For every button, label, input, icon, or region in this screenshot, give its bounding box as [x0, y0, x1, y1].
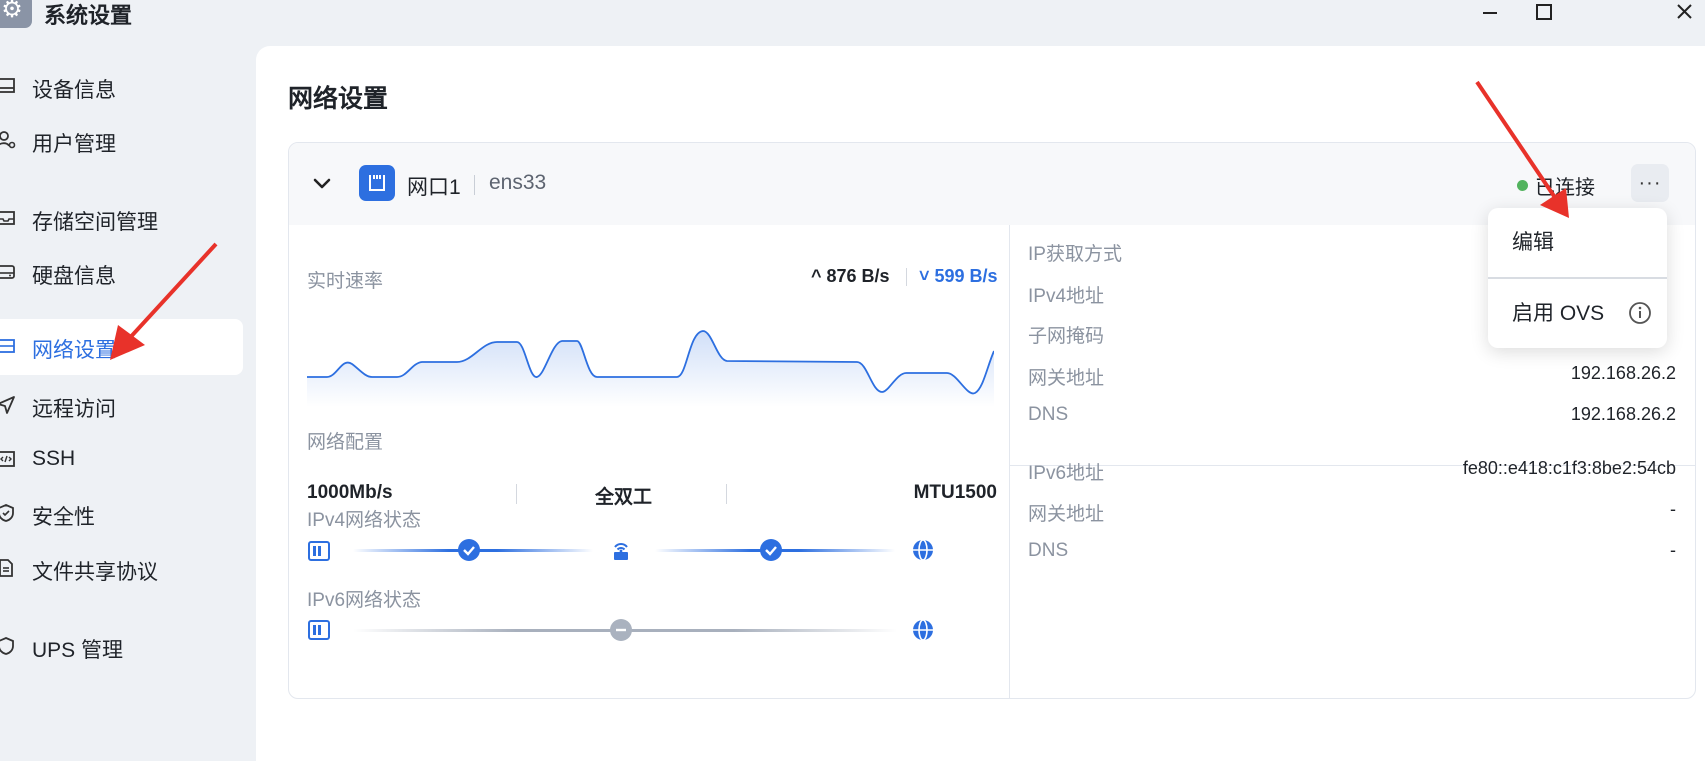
sidebar-item-label: 安全性 [32, 506, 95, 529]
menu-item-enable-ovs[interactable]: 启用 OVS [1488, 281, 1667, 341]
realtime-speed-label: 实时速率 [307, 271, 384, 292]
link-speed: 1000Mb/s [307, 482, 393, 503]
dns-label: DNS [1028, 404, 1069, 425]
gateway-label: 网关地址 [1028, 504, 1105, 525]
menu-item-label: 编辑 [1512, 231, 1554, 254]
sidebar-item-ssh[interactable]: SSH [0, 432, 243, 488]
status-dot-icon [1517, 180, 1528, 191]
sidebar-item-label: UPS 管理 [32, 639, 124, 662]
minimize-button[interactable] [1472, 0, 1508, 26]
user-gear-icon [0, 131, 16, 149]
sidebar-item-label: 存储空间管理 [32, 211, 158, 234]
device-icon [0, 78, 15, 93]
dns-value: - [1670, 540, 1676, 560]
maximize-button[interactable] [1526, 0, 1562, 26]
disk-icon [0, 265, 15, 279]
sidebar-item-storage[interactable]: 存储空间管理 [0, 191, 243, 247]
more-options-button[interactable]: ··· [1631, 164, 1669, 202]
window-title: 系统设置 [44, 3, 133, 28]
gear-icon: ⚙ [0, 0, 32, 28]
dns-label: DNS [1028, 540, 1069, 561]
divider [906, 268, 907, 286]
ipv4-status-label: IPv4网络状态 [307, 510, 422, 531]
check-circle-icon [760, 539, 782, 561]
divider [474, 175, 475, 195]
menu-item-label: 启用 OVS [1512, 302, 1605, 325]
page-title: 网络设置 [288, 85, 389, 113]
gateway-value: 192.168.26.2 [1570, 363, 1676, 383]
sidebar-item-remote-access[interactable]: 远程访问 [0, 378, 243, 434]
more-options-menu: 编辑 启用 OVS [1488, 208, 1667, 348]
sidebar-item-ups[interactable]: UPS 管理 [0, 619, 243, 675]
storage-icon [0, 211, 15, 225]
ipv4-dns-row: DNS 192.168.26.2 [1010, 398, 1695, 438]
network-config-label: 网络配置 [307, 432, 384, 453]
mtu: MTU1500 [913, 482, 997, 503]
ipv6-address-value: fe80::e418:c1f3:8be2:54cb [1462, 458, 1676, 478]
port-header: 网口1 ens33 已连接 ··· [289, 143, 1695, 225]
ipv6-dns-row: DNS - [1010, 534, 1695, 574]
sidebar-item-label: SSH [32, 447, 76, 470]
title-bar: ⚙ 系统设置 [0, 0, 1705, 46]
sidebar-item-network-settings[interactable]: 网络设置 [0, 319, 243, 375]
minimize-icon [1483, 12, 1497, 14]
menu-item-edit[interactable]: 编辑 [1488, 210, 1667, 270]
port-stats-panel: 实时速率 ^ 876 B/s ˅ 599 B/s 网络配置 1000Mb/s 全… [289, 225, 1009, 698]
connection-status: 已连接 [1535, 177, 1595, 199]
send-icon [0, 396, 15, 414]
gateway-value: - [1670, 499, 1676, 519]
dns-value: 192.168.26.2 [1570, 404, 1676, 424]
info-icon[interactable] [1628, 301, 1652, 325]
duplex-mode: 全双工 [595, 487, 653, 508]
code-icon [0, 451, 15, 467]
sidebar-item-device-info[interactable]: 设备信息 [0, 59, 243, 115]
chevron-down-icon[interactable] [311, 172, 333, 194]
sidebar-item-user-management[interactable]: 用户管理 [0, 113, 243, 169]
sidebar-item-file-sharing[interactable]: 文件共享协议 [0, 541, 243, 597]
sidebar-item-label: 远程访问 [32, 398, 116, 421]
router-icon [614, 543, 628, 560]
sidebar-item-label: 用户管理 [32, 133, 116, 156]
sidebar-item-label: 网络设置 [32, 339, 116, 362]
divider [726, 484, 727, 504]
download-speed: ˅ 599 B/s [919, 266, 998, 286]
ipv6-gateway-row: 网关地址 - [1010, 493, 1695, 533]
ip-method-label: IP获取方式 [1028, 244, 1122, 265]
check-circle-icon [458, 539, 480, 561]
subnet-mask-label: 子网掩码 [1028, 326, 1105, 347]
globe-icon [913, 619, 933, 641]
network-port-card: 网口1 ens33 已连接 ··· 实时速率 ^ 876 B/s ˅ 599 B… [288, 142, 1696, 699]
sidebar-item-disk-info[interactable]: 硬盘信息 [0, 245, 243, 301]
main-panel: 网络设置 网口1 ens33 已连接 ··· 实时速率 ^ 876 B/s ˅ … [256, 46, 1705, 761]
traffic-chart [307, 330, 994, 407]
minus-circle-icon [610, 619, 632, 641]
divider [516, 484, 517, 504]
upload-speed: ^ 876 B/s [811, 266, 890, 286]
sidebar-item-label: 文件共享协议 [32, 561, 158, 584]
sidebar: 设备信息 用户管理 存储空间管理 硬盘信息 网络设置 远程访问 SSH 安全性 … [0, 46, 256, 761]
sidebar-item-label: 硬盘信息 [32, 265, 116, 288]
close-icon [1677, 4, 1692, 19]
file-icon [0, 559, 13, 577]
gateway-label: 网关地址 [1028, 368, 1105, 389]
ipv6-status-label: IPv6网络状态 [307, 590, 422, 611]
ipv6-address-row: IPv6地址 fe80::e418:c1f3:8be2:54cb [1010, 452, 1695, 492]
ipv6-address-label: IPv6地址 [1028, 463, 1105, 484]
globe-icon [913, 539, 933, 561]
divider [1488, 277, 1667, 279]
nas-device-icon [308, 620, 330, 640]
sidebar-item-label: 设备信息 [32, 79, 116, 102]
sidebar-item-security[interactable]: 安全性 [0, 486, 243, 542]
ethernet-port-icon [359, 165, 395, 201]
maximize-icon [1536, 4, 1552, 20]
port-device: ens33 [489, 171, 547, 194]
ipv4-gateway-row: 网关地址 192.168.26.2 [1010, 357, 1695, 397]
shield-icon [0, 637, 14, 655]
network-icon [0, 339, 15, 353]
port-name: 网口1 [407, 176, 461, 199]
close-button[interactable] [1666, 0, 1702, 26]
nas-device-icon [308, 541, 330, 561]
shield-check-icon [0, 504, 14, 522]
ipv4-address-label: IPv4地址 [1028, 286, 1105, 307]
